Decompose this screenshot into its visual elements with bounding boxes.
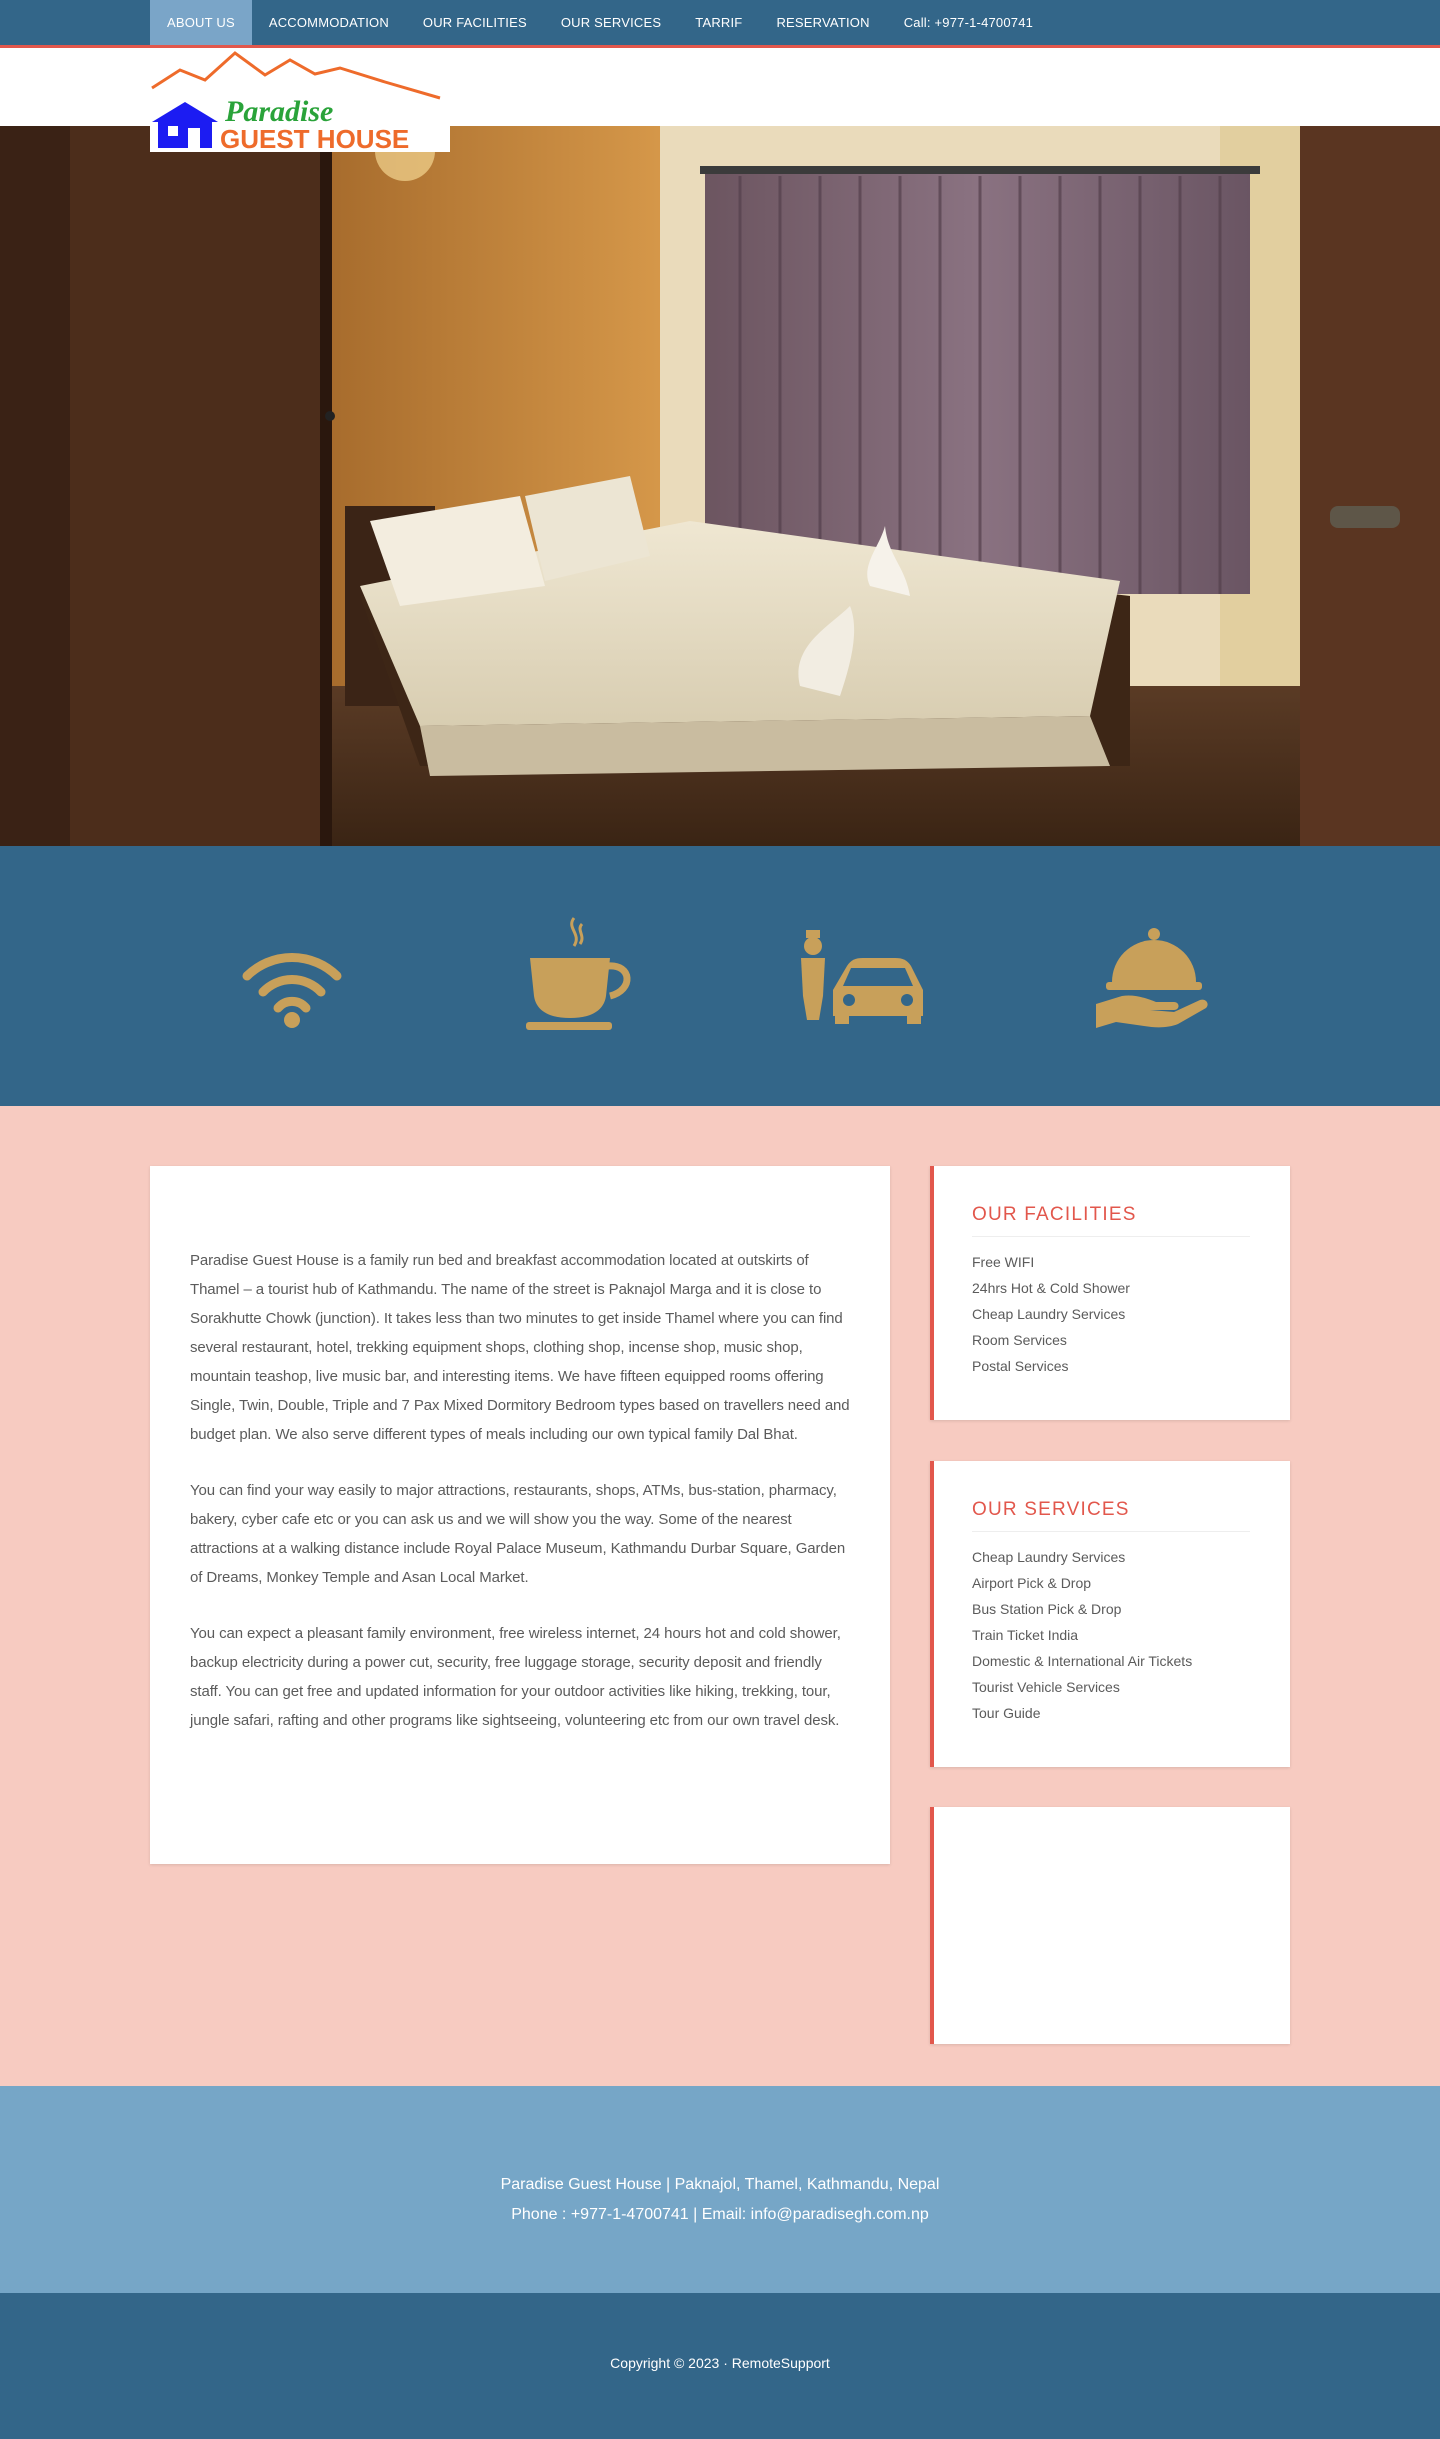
footer-address: Paradise Guest House | Paknajol, Thamel,… <box>500 2176 940 2193</box>
features-icon-band <box>0 846 1440 1106</box>
nav-accommodation[interactable]: ACCOMMODATION <box>252 0 406 45</box>
about-paragraph-1: Paradise Guest House is a family run bed… <box>190 1252 850 1443</box>
list-item: Train Ticket India <box>972 1627 1079 1643</box>
facilities-widget: OUR FACILITIES Free WIFI 24hrs Hot & Col… <box>930 1166 1290 1420</box>
nav-call-phone[interactable]: Call: +977-1-4700741 <box>887 0 1050 45</box>
list-item: Free WIFI <box>972 1254 1035 1270</box>
footer-phone-email: Phone : +977-1-4700741 | Email: info@par… <box>511 2206 929 2223</box>
list-item: Airport Pick & Drop <box>972 1575 1092 1591</box>
room-service-icon <box>1082 916 1212 1046</box>
about-paragraph-3: You can expect a pleasant family environ… <box>190 1625 841 1729</box>
wifi-icon <box>227 916 357 1046</box>
nav-our-facilities[interactable]: OUR FACILITIES <box>406 0 544 45</box>
footer-bottom: Copyright © 2023 · RemoteSupport <box>0 2293 1440 2439</box>
services-title: OUR SERVICES <box>972 1499 1250 1532</box>
nav-about-us[interactable]: ABOUT US <box>150 0 252 45</box>
list-item: Tour Guide <box>972 1705 1041 1721</box>
main-nav: ABOUT US ACCOMMODATION OUR FACILITIES OU… <box>150 0 1050 45</box>
facilities-title: OUR FACILITIES <box>972 1204 1250 1237</box>
list-item: Room Services <box>972 1332 1067 1348</box>
services-widget: OUR SERVICES Cheap Laundry Services Airp… <box>930 1461 1290 1767</box>
site-logo[interactable]: Paradise GUEST HOUSE <box>150 50 450 154</box>
nav-tarrif[interactable]: TARRIF <box>678 0 759 45</box>
bellboy-car-icon <box>797 916 927 1046</box>
list-item: 24hrs Hot & Cold Shower <box>972 1280 1130 1296</box>
facilities-list: Free WIFI 24hrs Hot & Cold Shower Cheap … <box>972 1249 1250 1379</box>
empty-widget <box>930 1807 1290 2044</box>
hero-bedroom-image <box>0 126 1440 846</box>
logo-guesthouse-text: GUEST HOUSE <box>220 124 409 152</box>
about-paragraph-2: You can find your way easily to major at… <box>190 1482 846 1586</box>
about-us-card: Paradise Guest House is a family run bed… <box>150 1166 890 1864</box>
top-navbar: ABOUT US ACCOMMODATION OUR FACILITIES OU… <box>0 0 1440 48</box>
list-item: Cheap Laundry Services <box>972 1549 1126 1565</box>
list-item: Tourist Vehicle Services <box>972 1679 1120 1695</box>
footer-contact: Paradise Guest House | Paknajol, Thamel,… <box>0 2086 1440 2293</box>
list-item: Bus Station Pick & Drop <box>972 1601 1122 1617</box>
list-item: Postal Services <box>972 1358 1069 1374</box>
nav-reservation[interactable]: RESERVATION <box>759 0 886 45</box>
list-item: Cheap Laundry Services <box>972 1306 1126 1322</box>
list-item: Domestic & International Air Tickets <box>972 1653 1193 1669</box>
nav-our-services[interactable]: OUR SERVICES <box>544 0 678 45</box>
services-list: Cheap Laundry Services Airport Pick & Dr… <box>972 1544 1250 1726</box>
coffee-cup-icon <box>512 916 642 1046</box>
copyright-text: Copyright © 2023 · RemoteSupport <box>610 2355 830 2371</box>
